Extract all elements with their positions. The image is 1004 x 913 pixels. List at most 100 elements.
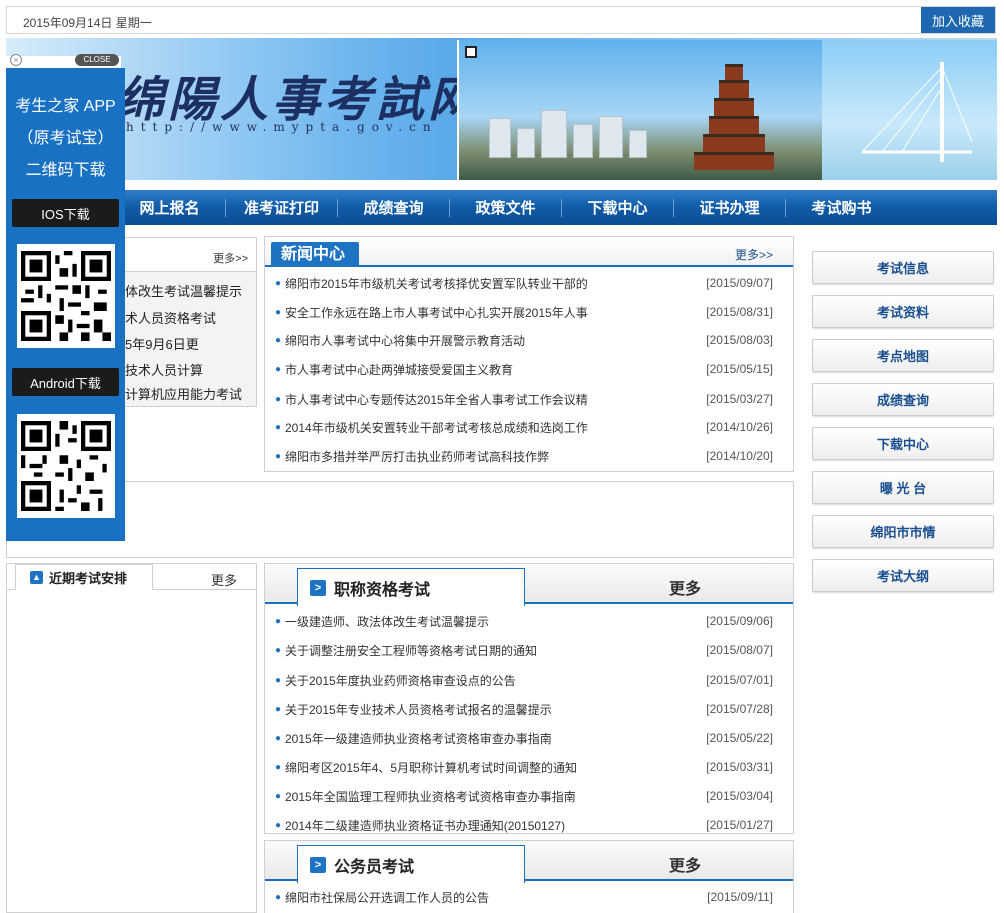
- title-exam-title[interactable]: 2014年二级建造师执业资格证书办理通知(20150127): [285, 817, 703, 834]
- nav-policy-docs[interactable]: 政策文件: [450, 197, 561, 218]
- title-exam-tab[interactable]: > 职称资格考试: [297, 568, 525, 606]
- civil-exam-more-link[interactable]: 更多: [669, 852, 701, 876]
- bridge-photo: [822, 40, 997, 180]
- news-tab[interactable]: 新闻中心: [271, 242, 359, 267]
- news-row: ● 安全工作永远在路上市人事考试中心扎实开展2015年人事 [2015/08/31]: [275, 304, 773, 321]
- title-exam-title[interactable]: 2015年一级建造师执业资格考试资格审查办事指南: [285, 730, 703, 747]
- sidebar-download-center[interactable]: 下载中心: [812, 427, 994, 460]
- news-center-panel: 新闻中心 更多>> ● 绵阳市2015年市级机关考试考核择优安置军队转业干部的 [2…: [264, 236, 794, 472]
- float-ad-line1: 考生之家 APP: [15, 98, 116, 115]
- sidebar-city-info[interactable]: 绵阳市市情: [812, 515, 994, 548]
- title-exam-date: [2015/08/07]: [706, 643, 773, 657]
- news-title[interactable]: 市人事考试中心赴两弹城接受爱国主义教育: [285, 361, 703, 378]
- ios-download-button[interactable]: IOS下载: [12, 199, 119, 227]
- notice-item[interactable]: 5年9月6日更: [125, 334, 199, 353]
- title-exam-date: [2015/01/27]: [706, 818, 773, 832]
- nav-certificate[interactable]: 证书办理: [674, 197, 785, 218]
- civil-exam-panel: > 公务员考试 更多 ● 绵阳市社保局公开选调工作人员的公告 [2015/09/11]: [264, 840, 794, 913]
- sidebar-exam-info[interactable]: 考试信息: [812, 251, 994, 284]
- title-exam-panel: > 职称资格考试 更多 ● 一级建造师、政法体改生考试温馨提示 [2015/09/06…: [264, 563, 794, 834]
- title-exam-row: ● 2015年一级建造师执业资格考试资格审查办事指南 [2015/05/22]: [275, 730, 773, 747]
- news-row: ● 绵阳市人事考试中心将集中开展警示教育活动 [2015/08/03]: [275, 332, 773, 349]
- close-icon[interactable]: ×: [10, 54, 22, 66]
- title-exam-row: ● 绵阳考区2015年4、5月职称计算机考试时间调整的通知 [2015/03/31]: [275, 759, 773, 776]
- news-title[interactable]: 安全工作永远在路上市人事考试中心扎实开展2015年人事: [285, 304, 703, 321]
- title-exam-title[interactable]: 关于2015年专业技术人员资格考试报名的温馨提示: [285, 701, 703, 718]
- nav-online-registration[interactable]: 网上报名: [114, 197, 225, 218]
- android-qr-code: [17, 414, 115, 518]
- title-exam-more-link[interactable]: 更多: [669, 575, 701, 599]
- title-exam-label: 职称资格考试: [334, 581, 431, 599]
- news-title[interactable]: 绵阳市2015年市级机关考试考核择优安置军队转业干部的: [285, 275, 703, 292]
- current-date: 2015年09月14日 星期一: [23, 16, 152, 30]
- news-date: [2015/09/07]: [706, 276, 773, 290]
- pagoda-image: [694, 52, 774, 170]
- civil-exam-title[interactable]: 绵阳市社保局公开选调工作人员的公告: [285, 889, 703, 906]
- news-more-link[interactable]: 更多>>: [735, 246, 773, 263]
- title-exam-date: [2015/07/28]: [706, 702, 773, 716]
- recent-exams-tab[interactable]: ▲ 近期考试安排: [15, 564, 153, 591]
- news-row: ● 市人事考试中心专题传达2015年全省人事考试工作会议精 [2015/03/27]: [275, 391, 773, 408]
- news-row: ● 市人事考试中心赴两弹城接受爱国主义教育 [2015/05/15]: [275, 361, 773, 378]
- recent-header: ▲ 近期考试安排 更多: [7, 564, 256, 591]
- title-exam-title[interactable]: 一级建造师、政法体改生考试温馨提示: [285, 613, 703, 630]
- title-exam-date: [2015/07/01]: [706, 673, 773, 687]
- sidebar-exam-materials[interactable]: 考试资料: [812, 295, 994, 328]
- news-date: [2014/10/20]: [706, 449, 773, 463]
- sidebar-exam-outline[interactable]: 考试大纲: [812, 559, 994, 592]
- news-title[interactable]: 绵阳市多措并举严厉打击执业药师考试高科技作弊: [285, 448, 703, 465]
- title-exam-title[interactable]: 2015年全国监理工程师执业资格考试资格审查办事指南: [285, 788, 703, 805]
- nav-score-query[interactable]: 成绩查询: [338, 197, 449, 218]
- chevron-right-icon: >: [310, 579, 326, 596]
- nav-buy-books[interactable]: 考试购书: [786, 197, 897, 218]
- title-exam-row: ● 2014年二级建造师执业资格证书办理通知(20150127) [2015/01/…: [275, 817, 773, 834]
- recent-tab-label: 近期考试安排: [49, 570, 128, 586]
- notice-item[interactable]: 技术人员计算: [125, 360, 203, 379]
- android-download-button[interactable]: Android下载: [12, 368, 119, 396]
- recent-exams-panel: ▲ 近期考试安排 更多: [6, 563, 257, 913]
- float-ad-close-button[interactable]: CLOSE: [75, 54, 119, 66]
- float-ad-line2: （原考试宝）: [17, 130, 114, 147]
- news-header: 新闻中心 更多>>: [265, 237, 793, 267]
- float-ad-line3: 二维码下载: [25, 162, 106, 179]
- sidebar-score-query[interactable]: 成绩查询: [812, 383, 994, 416]
- title-exam-title[interactable]: 关于2015年度执业药师资格审查设点的公告: [285, 672, 703, 689]
- news-title[interactable]: 市人事考试中心专题传达2015年全省人事考试工作会议精: [285, 391, 703, 408]
- stop-icon[interactable]: [465, 46, 477, 58]
- notice-item[interactable]: 术人员资格考试: [125, 308, 216, 327]
- news-row: ● 2014年市级机关安置转业干部考试考核总成绩和选岗工作 [2014/10/26]: [275, 419, 773, 436]
- title-exam-row: ● 关于2015年专业技术人员资格考试报名的温馨提示 [2015/07/28]: [275, 701, 773, 718]
- civil-exam-tab[interactable]: > 公务员考试: [297, 845, 525, 883]
- app-download-float-ad: 考生之家 APP （原考试宝） 二维码下载 IOS下载 Android下载: [6, 68, 125, 541]
- title-exam-row: ● 2015年全国监理工程师执业资格考试资格审查办事指南 [2015/03/04]: [275, 788, 773, 805]
- title-exam-title[interactable]: 绵阳考区2015年4、5月职称计算机考试时间调整的通知: [285, 759, 703, 776]
- title-exam-title[interactable]: 关于调整注册安全工程师等资格考试日期的通知: [285, 642, 703, 659]
- sidebar-exam-map[interactable]: 考点地图: [812, 339, 994, 372]
- civil-exam-label: 公务员考试: [334, 858, 415, 876]
- title-exam-date: [2015/03/04]: [706, 789, 773, 803]
- site-url: http://www.mypta.gov.cn: [126, 120, 438, 134]
- news-date: [2015/05/15]: [706, 362, 773, 376]
- qr-code-icon: [21, 421, 111, 511]
- news-title[interactable]: 绵阳市人事考试中心将集中开展警示教育活动: [285, 332, 703, 349]
- recent-more-link[interactable]: 更多: [211, 570, 237, 589]
- nav-download-center[interactable]: 下载中心: [562, 197, 673, 218]
- news-date: [2015/08/03]: [706, 333, 773, 347]
- civil-exam-row: ● 绵阳市社保局公开选调工作人员的公告 [2015/09/11]: [275, 889, 773, 906]
- news-title[interactable]: 2014年市级机关安置转业干部考试考核总成绩和选岗工作: [285, 419, 703, 436]
- title-exam-row: ● 关于2015年度执业药师资格审查设点的公告 [2015/07/01]: [275, 672, 773, 689]
- notice-item[interactable]: 计算机应用能力考试: [125, 384, 242, 403]
- banner-photo: [457, 40, 822, 180]
- add-favorite-button[interactable]: 加入收藏: [921, 7, 995, 33]
- title-exam-row: ● 一级建造师、政法体改生考试温馨提示 [2015/09/06]: [275, 613, 773, 630]
- title-exam-date: [2015/03/31]: [706, 760, 773, 774]
- main-nav: 网上报名 准考证打印 成绩查询 政策文件 下载中心 证书办理 考试购书: [6, 190, 997, 225]
- sidebar-exposure[interactable]: 曝 光 台: [812, 471, 994, 504]
- nav-admission-ticket[interactable]: 准考证打印: [226, 197, 337, 218]
- news-date: [2015/03/27]: [706, 392, 773, 406]
- site-banner: 绵陽人事考試网 http://www.mypta.gov.cn: [6, 38, 997, 180]
- ios-qr-code: [17, 244, 115, 348]
- notice-more-link[interactable]: 更多>>: [213, 250, 248, 266]
- notice-item[interactable]: 体改生考试温馨提示: [125, 281, 242, 300]
- news-row: ● 绵阳市多措并举严厉打击执业药师考试高科技作弊 [2014/10/20]: [275, 448, 773, 465]
